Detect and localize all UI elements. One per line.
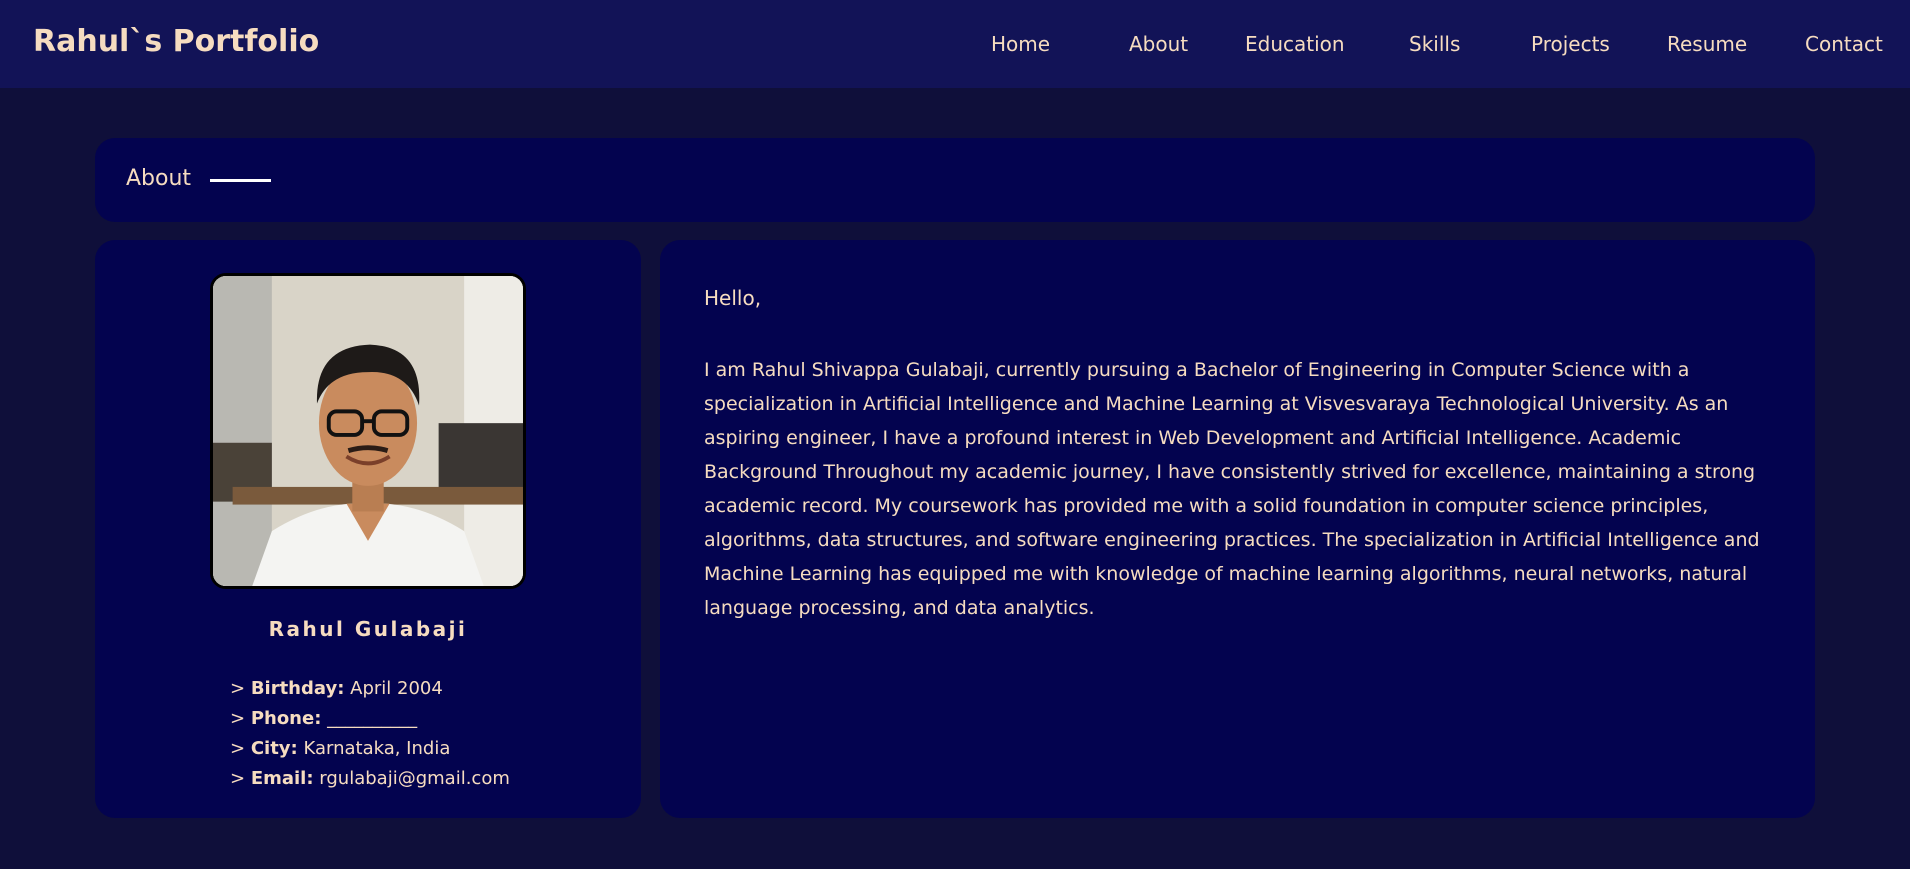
profile-photo — [210, 273, 526, 589]
nav-resume[interactable]: Resume — [1667, 32, 1747, 56]
nav-skills[interactable]: Skills — [1409, 32, 1460, 56]
detail-label: Email: — [250, 768, 314, 789]
detail-value: Karnataka, India — [303, 738, 451, 759]
detail-birthday: > Birthday: April 2004 — [230, 678, 443, 699]
section-title: About — [126, 166, 192, 191]
navbar: Rahul`s Portfolio Home About Education S… — [0, 0, 1910, 88]
profile-card: Rahul Gulabaji > Birthday: April 2004 > … — [95, 240, 641, 818]
nav-contact[interactable]: Contact — [1805, 32, 1883, 56]
greeting-text: Hello, — [704, 286, 762, 310]
profile-details: > Birthday: April 2004 > Phone: ________… — [230, 674, 630, 794]
profile-photo-icon — [213, 276, 523, 586]
detail-label: City: — [250, 738, 298, 759]
site-brand[interactable]: Rahul`s Portfolio — [33, 24, 319, 59]
about-card: Hello, I am Rahul Shivappa Gulabaji, cur… — [660, 240, 1815, 818]
detail-label: Birthday: — [250, 678, 345, 699]
nav-projects[interactable]: Projects — [1531, 32, 1610, 56]
detail-value: April 2004 — [350, 678, 443, 699]
detail-email: > Email: rgulabaji@gmail.com — [230, 768, 510, 789]
nav-education[interactable]: Education — [1245, 32, 1345, 56]
detail-value: rgulabaji@gmail.com — [319, 768, 510, 789]
nav-home[interactable]: Home — [991, 32, 1050, 56]
nav-about[interactable]: About — [1129, 32, 1188, 56]
title-underline — [210, 179, 271, 182]
detail-phone: > Phone: __________ — [230, 708, 418, 729]
detail-city: > City: Karnataka, India — [230, 738, 451, 759]
detail-label: Phone: — [250, 708, 322, 729]
bio-paragraph: I am Rahul Shivappa Gulabaji, currently … — [704, 359, 1760, 619]
detail-value: __________ — [327, 708, 418, 729]
profile-name: Rahul Gulabaji — [268, 617, 468, 641]
section-header: About — [95, 138, 1815, 222]
